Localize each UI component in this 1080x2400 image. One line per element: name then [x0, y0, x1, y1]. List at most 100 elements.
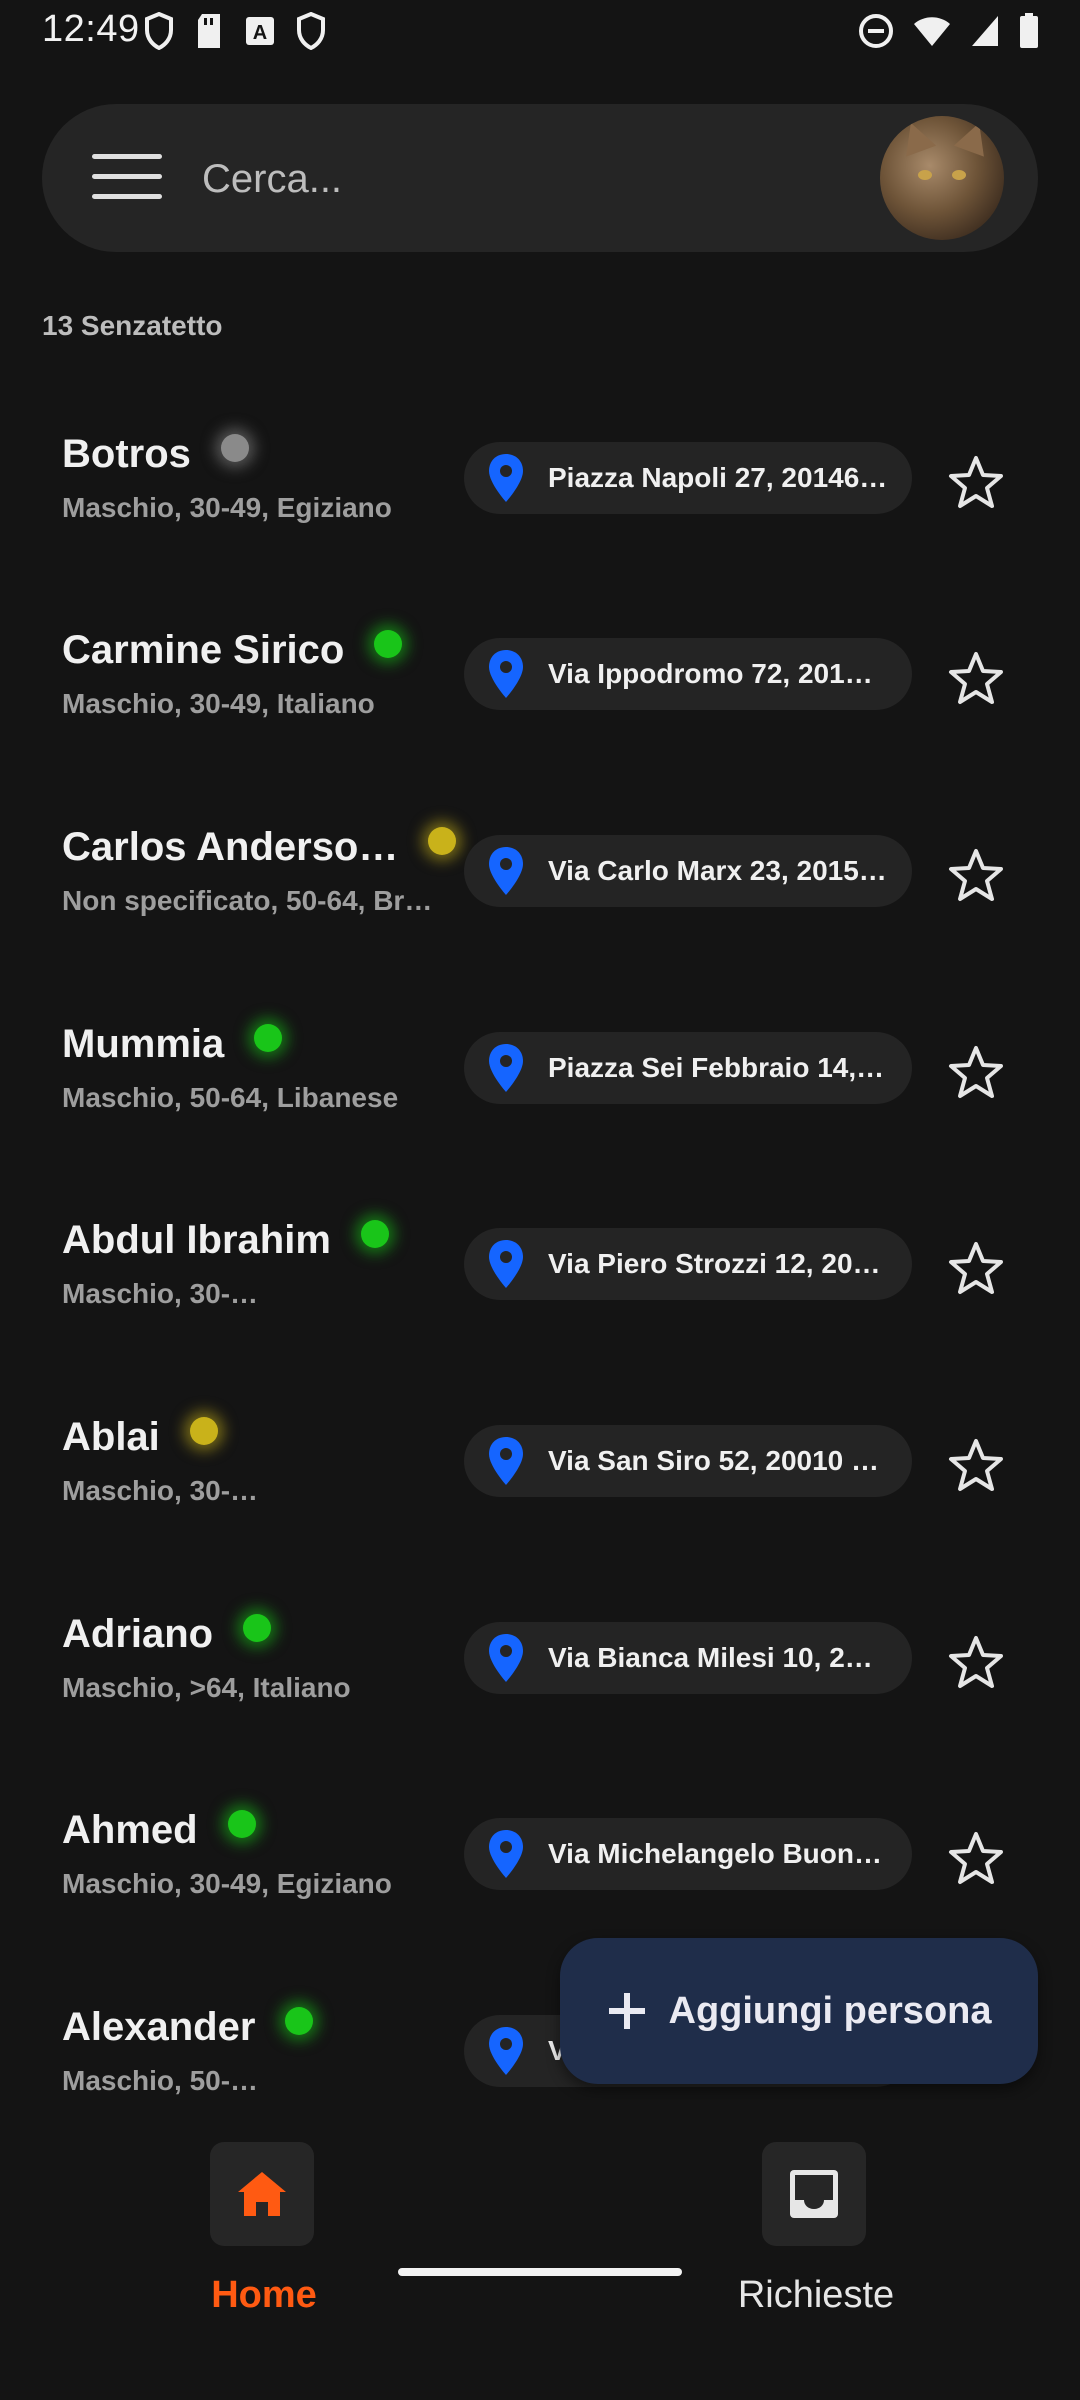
favorite-star-icon[interactable] [946, 454, 1006, 510]
address-text: Via Michelangelo Buona… [548, 1838, 888, 1869]
svg-text:A: A [253, 22, 267, 44]
favorite-star-icon[interactable] [946, 1044, 1006, 1100]
person-name: Carlos Anderso… [62, 825, 399, 869]
nav-label-richieste: Richieste [737, 2274, 895, 2316]
location-pin-icon [489, 1240, 523, 1288]
list-item[interactable]: Ablai Maschio, 30-… Via San Siro 52, 200… [0, 1375, 1080, 1571]
address-chip[interactable]: Piazza Sei Febbraio 14, … [464, 1032, 912, 1104]
nav-item-home[interactable]: Home [124, 2142, 404, 2342]
cellular-signal-icon [972, 16, 998, 46]
person-meta: Maschio, >64, Italiano [62, 1672, 351, 1703]
status-dot-green [243, 1614, 272, 1642]
status-right-icons [858, 12, 1040, 50]
home-indicator [398, 2268, 682, 2276]
do-not-disturb-icon [859, 14, 893, 48]
location-pin-icon [489, 1044, 523, 1092]
sd-card-icon [198, 14, 220, 48]
person-meta: Maschio, 50-… [62, 2065, 259, 2096]
status-time: 12:49 [42, 8, 140, 50]
address-chip[interactable]: Via San Siro 52, 20010 … [464, 1425, 912, 1497]
home-icon-box [210, 2142, 314, 2246]
favorite-star-icon[interactable] [946, 1634, 1006, 1690]
location-pin-icon [489, 1634, 523, 1682]
list-count: 13 Senzatetto [42, 310, 223, 341]
hamburger-menu-icon[interactable] [82, 148, 172, 208]
inbox-icon-box [762, 2142, 866, 2246]
list-item[interactable]: Ahmed Maschio, 30-49, Egiziano Via Miche… [0, 1768, 1080, 1964]
favorite-star-icon[interactable] [946, 1240, 1006, 1296]
status-left-icons: A [144, 12, 326, 50]
plus-icon [608, 1993, 645, 2029]
status-dot-green [360, 1220, 389, 1248]
list-item[interactable]: Botros Maschio, 30-49, Egiziano Piazza N… [0, 392, 1080, 588]
status-bar: 12:49 A [0, 0, 1080, 64]
home-icon [238, 2172, 286, 2216]
address-chip[interactable]: Via Piero Strozzi 12, 20… [464, 1228, 912, 1300]
favorite-star-icon[interactable] [946, 1437, 1006, 1493]
person-meta: Maschio, 30-49, Egiziano [62, 1868, 392, 1899]
person-meta: Maschio, 50-64, Libanese [62, 1082, 399, 1113]
address-text: Via Ippodromo 72, 2015… [548, 658, 888, 689]
person-name: Alexander [62, 2005, 256, 2049]
location-pin-icon [489, 650, 523, 698]
bottom-navigation: Home Richieste [0, 2100, 1080, 2400]
address-text: Piazza Sei Febbraio 14, … [548, 1052, 888, 1083]
location-pin-icon [489, 454, 523, 502]
battery-icon [1020, 13, 1038, 48]
person-name: Ahmed [62, 1808, 198, 1852]
location-pin-icon [489, 1830, 523, 1878]
person-name: Mummia [62, 1022, 225, 1066]
add-person-button[interactable]: Aggiungi persona [560, 1938, 1038, 2084]
list-item[interactable]: Mummia Maschio, 50-64, Libanese Piazza S… [0, 982, 1080, 1178]
nav-item-richieste[interactable]: Richieste [676, 2142, 956, 2342]
status-dot-yellow [428, 827, 457, 855]
address-text: Piazza Napoli 27, 20146… [548, 462, 888, 493]
status-dot-grey [220, 434, 249, 462]
person-name: Botros [62, 432, 191, 476]
search-input[interactable] [200, 148, 764, 210]
person-meta: Non specificato, 50-64, Br… [62, 885, 433, 916]
person-name: Abdul Ibrahim [62, 1218, 331, 1262]
favorite-star-icon[interactable] [946, 1830, 1006, 1886]
list-item[interactable]: Carlos Anderso… Non specificato, 50-64, … [0, 785, 1080, 981]
person-meta: Maschio, 30-… [62, 1278, 259, 1309]
list-item[interactable]: Carmine Sirico Maschio, 30-49, Italiano … [0, 588, 1080, 784]
inbox-icon [790, 2170, 838, 2218]
favorite-star-icon[interactable] [946, 847, 1006, 903]
address-chip[interactable]: Via Ippodromo 72, 2015… [464, 638, 912, 710]
person-meta: Maschio, 30-… [62, 1475, 259, 1506]
list-item[interactable]: Abdul Ibrahim Maschio, 30-… Via Piero St… [0, 1178, 1080, 1374]
wifi-icon [914, 17, 950, 46]
address-chip[interactable]: Piazza Napoli 27, 20146… [464, 442, 912, 514]
list-item[interactable]: Adriano Maschio, >64, Italiano Via Bianc… [0, 1572, 1080, 1768]
person-name: Carmine Sirico [62, 628, 345, 672]
address-text: Via San Siro 52, 20010 … [548, 1445, 880, 1476]
status-dot-green [374, 630, 403, 658]
address-text: Via Carlo Marx 23, 2015… [548, 855, 887, 886]
address-chip[interactable]: Via Michelangelo Buona… [464, 1818, 912, 1890]
location-pin-icon [489, 847, 523, 895]
address-text: Via Bianca Milesi 10, 20… [548, 1642, 888, 1673]
add-person-label: Aggiungi persona [668, 1989, 992, 2032]
address-chip[interactable]: Via Bianca Milesi 10, 20… [464, 1622, 912, 1694]
location-pin-icon [489, 2027, 523, 2075]
shield-icon [145, 12, 173, 50]
address-chip[interactable]: Via Carlo Marx 23, 2015… [464, 835, 912, 907]
shield-icon [297, 12, 325, 50]
person-meta: Maschio, 30-49, Egiziano [62, 492, 392, 523]
person-meta: Maschio, 30-49, Italiano [62, 688, 375, 719]
person-name: Adriano [62, 1612, 214, 1656]
app-a-icon: A [246, 17, 274, 45]
status-dot-green [254, 1024, 283, 1052]
status-dot-yellow [189, 1417, 218, 1445]
address-text: Via Piero Strozzi 12, 20… [548, 1248, 881, 1279]
search-bar [42, 104, 1038, 252]
avatar[interactable] [880, 116, 1004, 240]
favorite-star-icon[interactable] [946, 650, 1006, 706]
nav-label-home: Home [211, 2274, 317, 2316]
location-pin-icon [489, 1437, 523, 1485]
person-list[interactable]: Botros Maschio, 30-49, Egiziano Piazza N… [0, 392, 1080, 2100]
status-dot-green [285, 2007, 314, 2035]
status-dot-green [227, 1810, 256, 1838]
person-name: Ablai [62, 1415, 160, 1459]
